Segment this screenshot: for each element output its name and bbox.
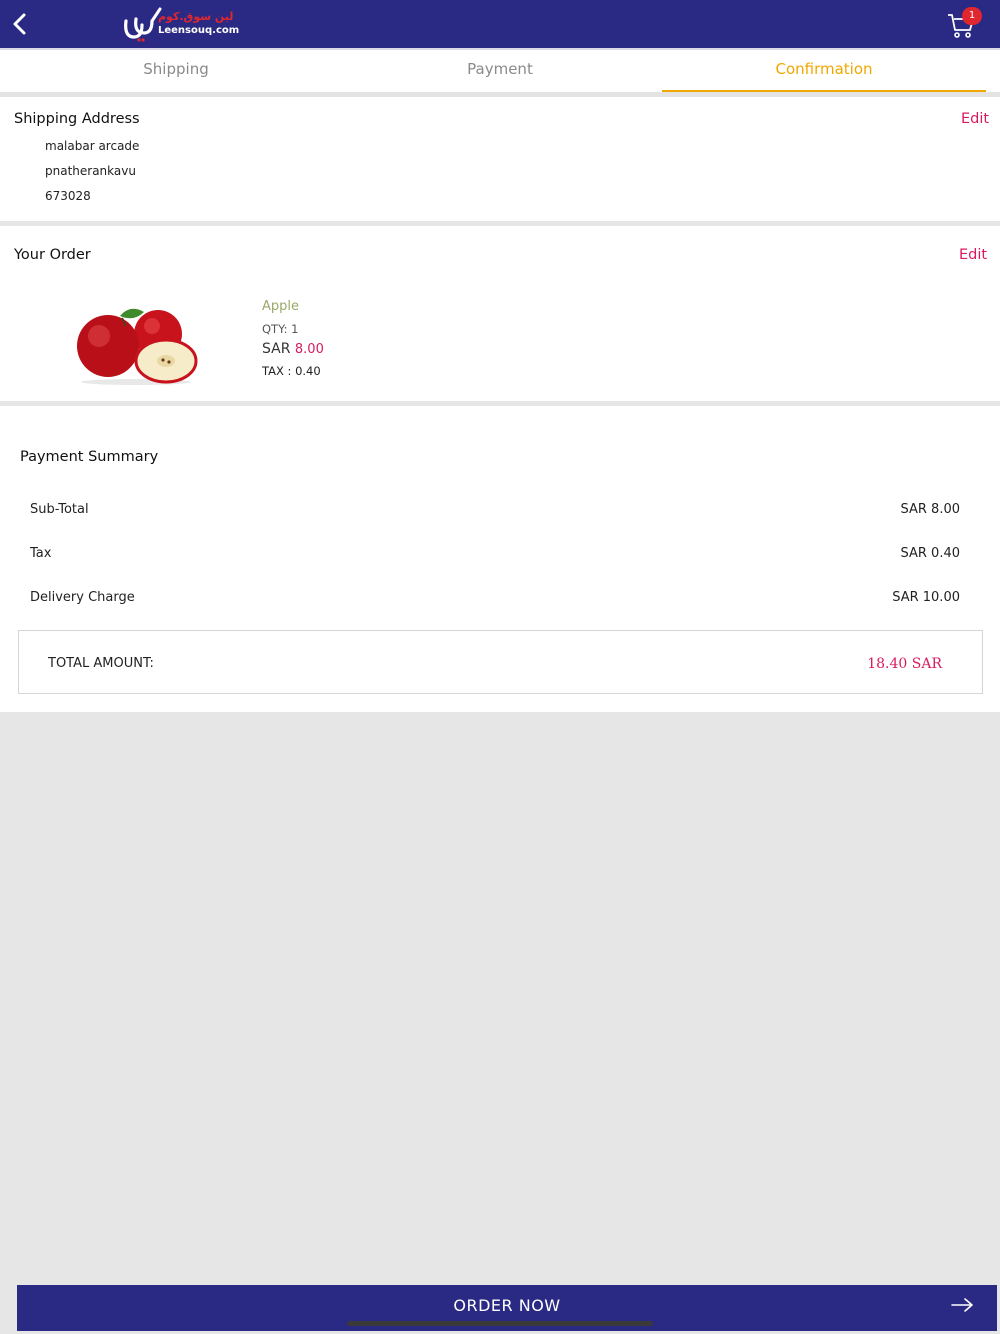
summary-row-delivery: Delivery Charge SAR 10.00	[30, 590, 960, 610]
summary-label: Tax	[30, 546, 52, 561]
tab-confirmation[interactable]: Confirmation	[662, 50, 986, 92]
product-name: Apple	[262, 299, 300, 314]
edit-order-button[interactable]: Edit	[959, 247, 987, 263]
summary-row-tax: Tax SAR 0.40	[30, 546, 960, 566]
logo-text: Leensouq.com	[158, 25, 240, 36]
total-amount-label: TOTAL AMOUNT:	[48, 656, 154, 671]
logo-arabic-text: لين سوق.كوم	[158, 10, 234, 23]
product-tax: TAX : 0.40	[262, 364, 321, 378]
address-postcode: 673028	[45, 189, 91, 203]
product-currency: SAR	[262, 341, 291, 357]
summary-value: SAR 8.00	[900, 502, 961, 517]
product-price-amount: 8.00	[294, 342, 324, 357]
product-price: SAR 8.00	[262, 341, 324, 357]
tab-shipping[interactable]: Shipping	[14, 50, 338, 92]
payment-summary-title: Payment Summary	[20, 449, 159, 465]
shipping-address-card: Shipping Address Edit malabar arcade pna…	[0, 97, 1000, 221]
summary-row-subtotal: Sub-Total SAR 8.00	[30, 502, 960, 522]
product-quantity: QTY: 1	[262, 322, 299, 336]
total-amount-value: 18.40 SAR	[867, 656, 942, 672]
tab-payment[interactable]: Payment	[338, 50, 662, 92]
edit-address-button[interactable]: Edit	[961, 111, 989, 127]
address-line: pnatherankavu	[45, 164, 136, 178]
back-button[interactable]	[6, 10, 34, 38]
your-order-card: Your Order Edit Apple QTY: 1 SAR 8.00 TA…	[0, 226, 1000, 401]
checkout-steps-tabs: Shipping Payment Confirmation	[0, 48, 1000, 92]
summary-value: SAR 0.40	[900, 546, 961, 561]
total-amount-box: TOTAL AMOUNT: 18.40 SAR	[18, 630, 983, 694]
shipping-address-title: Shipping Address	[14, 111, 140, 127]
your-order-title: Your Order	[14, 247, 91, 263]
summary-value: SAR 10.00	[892, 590, 960, 605]
leensouq-logo: لين سوق.كوم Leensouq.com	[122, 7, 239, 43]
chevron-left-icon	[13, 13, 26, 35]
summary-label: Sub-Total	[30, 502, 89, 517]
logo-mark-icon	[124, 7, 162, 42]
arrow-right-icon	[951, 1298, 973, 1312]
cart-button[interactable]: 1	[944, 6, 988, 42]
top-app-bar: لين سوق.كوم Leensouq.com 1	[0, 0, 1000, 48]
home-indicator[interactable]	[347, 1321, 653, 1326]
cart-count-badge: 1	[962, 7, 982, 25]
apple-product-image	[77, 308, 198, 385]
payment-summary-card: Payment Summary Sub-Total SAR 8.00 Tax S…	[0, 406, 1000, 712]
summary-label: Delivery Charge	[30, 590, 135, 605]
address-line: malabar arcade	[45, 139, 140, 153]
